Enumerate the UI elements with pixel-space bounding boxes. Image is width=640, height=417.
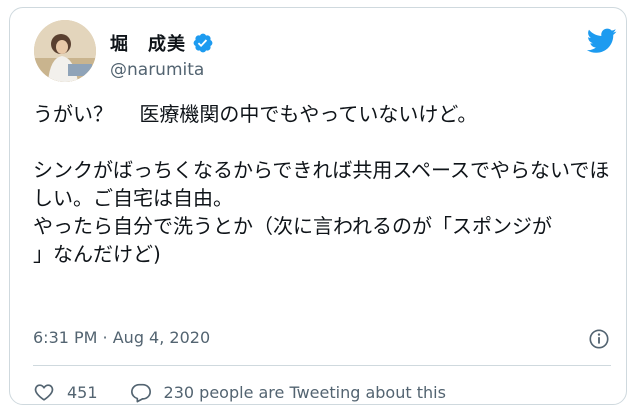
divider bbox=[33, 365, 611, 366]
conversation-label: 230 people are Tweeting about this bbox=[163, 382, 446, 402]
twitter-bird-icon[interactable] bbox=[587, 28, 617, 54]
info-icon[interactable] bbox=[588, 328, 610, 350]
avatar-image bbox=[34, 20, 96, 82]
like-count: 451 bbox=[67, 382, 98, 402]
heart-icon bbox=[34, 384, 54, 401]
author-name[interactable]: 堀 成美 bbox=[110, 30, 186, 56]
verified-badge-icon bbox=[193, 33, 213, 53]
tweet-text: うがい？ 医療機関の中でもやっていないけど。 シンクがばっちくなるからできれば共… bbox=[33, 102, 610, 266]
reply-bubble-icon bbox=[130, 383, 151, 403]
tweet-card: 堀 成美 @narumita うがい？ 医療機関の中でもやっていないけど。 シン… bbox=[9, 7, 627, 405]
author-handle[interactable]: @narumita bbox=[110, 60, 204, 80]
author-name-row[interactable]: 堀 成美 bbox=[110, 28, 214, 58]
like-button[interactable]: 451 bbox=[33, 381, 98, 403]
conversation-button[interactable]: 230 people are Tweeting about this bbox=[130, 381, 446, 403]
tweet-timestamp[interactable]: 6:31 PM · Aug 4, 2020 bbox=[33, 328, 210, 347]
action-bar: 451 230 people are Tweeting about this bbox=[33, 380, 446, 404]
avatar[interactable] bbox=[34, 20, 96, 82]
